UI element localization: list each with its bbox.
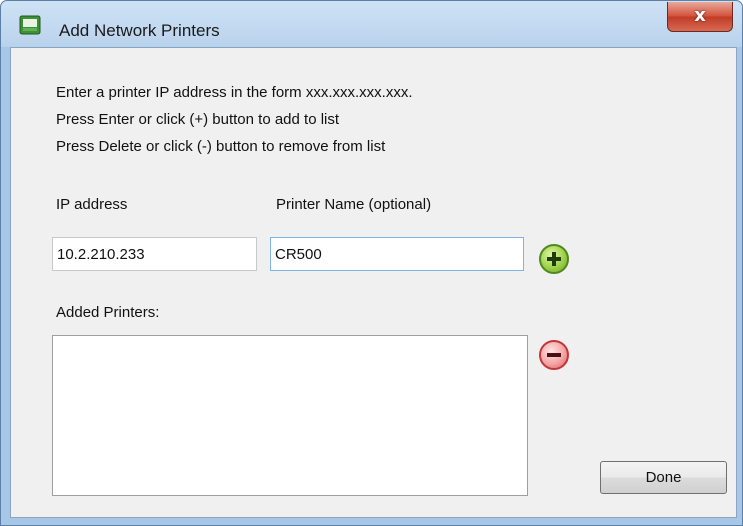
minus-icon: [547, 353, 561, 357]
printer-app-icon: [19, 15, 41, 35]
remove-printer-button[interactable]: [539, 340, 569, 370]
title-bar[interactable]: Add Network Printers x: [1, 1, 742, 47]
done-button[interactable]: Done: [600, 461, 727, 494]
dialog-window: Add Network Printers x Enter a printer I…: [0, 0, 743, 526]
added-printers-list[interactable]: [52, 335, 528, 496]
close-button[interactable]: x: [667, 2, 733, 32]
dialog-content: Enter a printer IP address in the form x…: [10, 47, 737, 518]
ip-address-input[interactable]: 10.2.210.233: [52, 237, 257, 271]
instruction-line-2: Press Enter or click (+) button to add t…: [56, 111, 340, 128]
instruction-line-1: Enter a printer IP address in the form x…: [56, 84, 413, 101]
instruction-line-3: Press Delete or click (-) button to remo…: [56, 138, 386, 155]
printer-name-label: Printer Name (optional): [276, 196, 432, 213]
window-title: Add Network Printers: [59, 21, 220, 40]
printer-name-input[interactable]: CR500: [270, 237, 524, 271]
added-printers-label: Added Printers:: [56, 304, 160, 321]
close-icon: x: [694, 5, 706, 26]
plus-icon: [547, 252, 561, 266]
add-printer-button[interactable]: [539, 244, 569, 274]
ip-address-label: IP address: [56, 196, 128, 213]
